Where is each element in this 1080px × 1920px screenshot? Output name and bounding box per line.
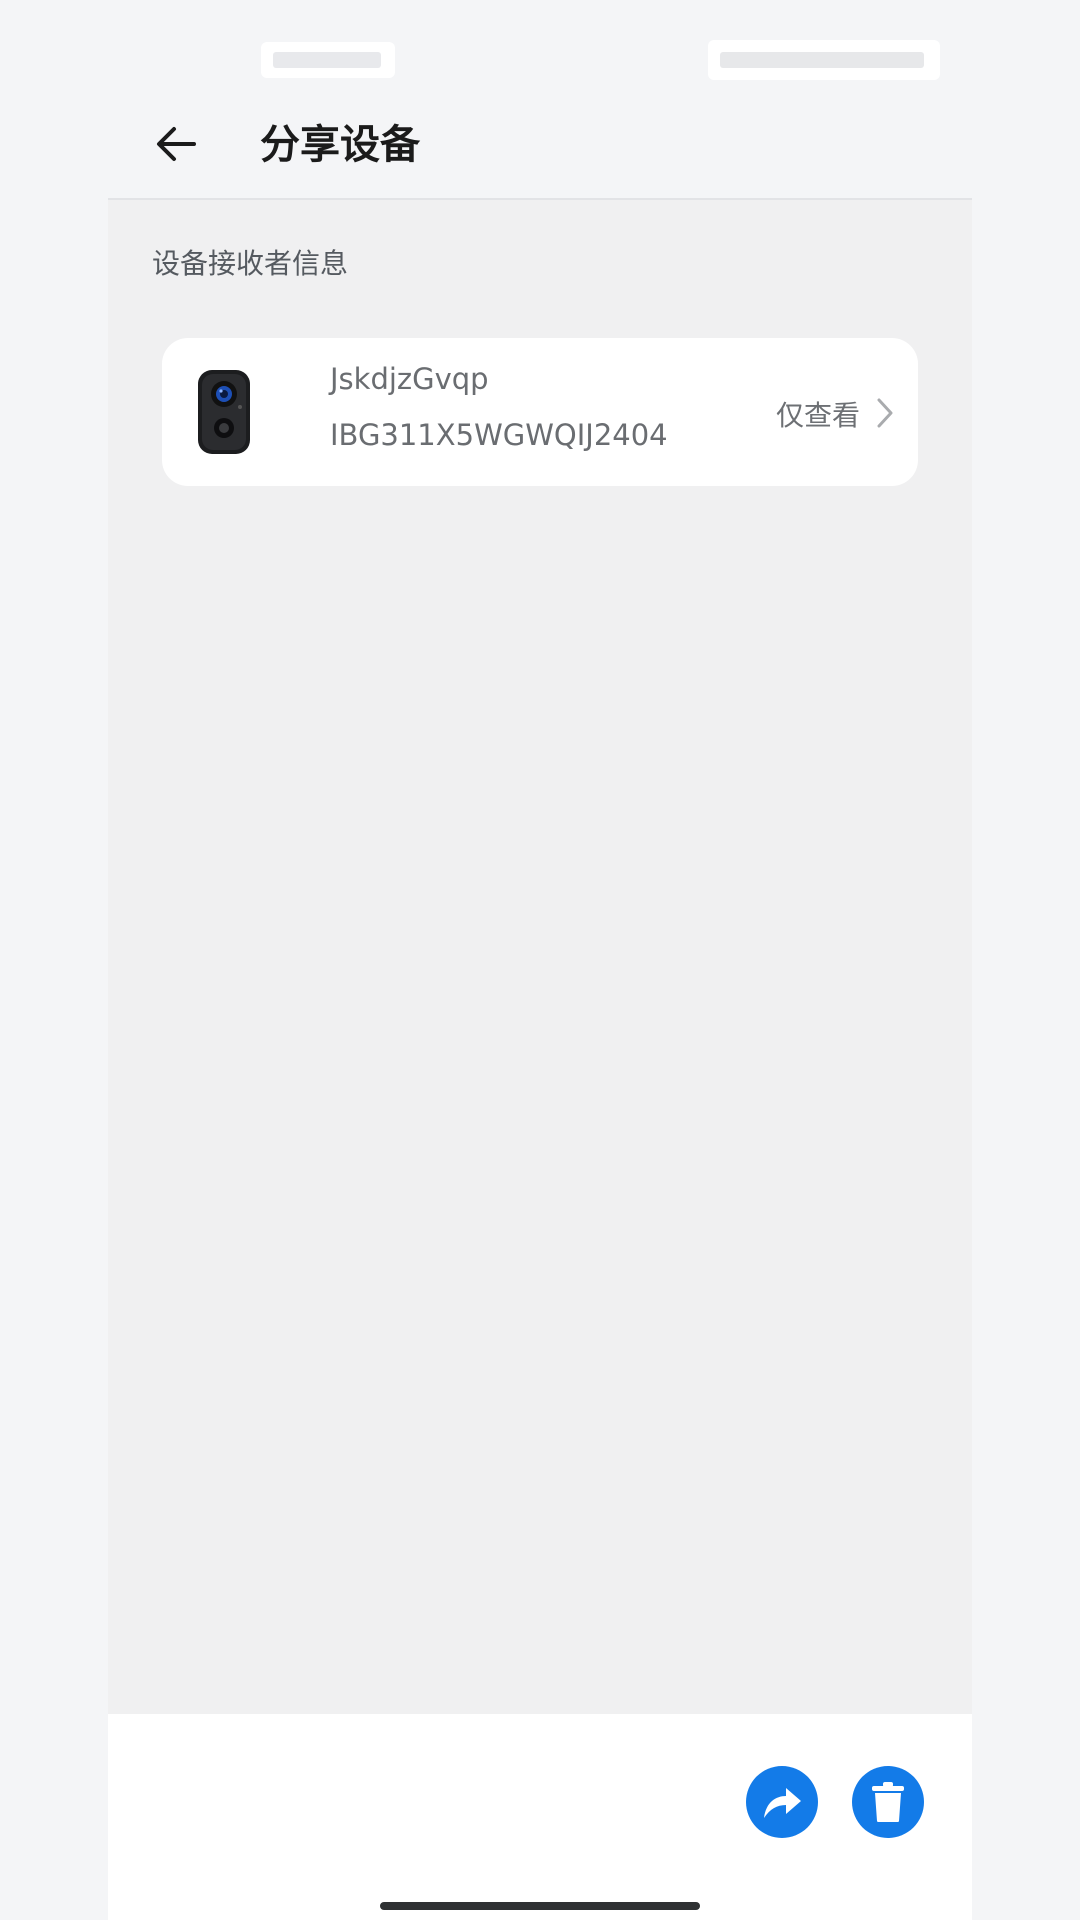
status-time-blurred bbox=[261, 42, 395, 78]
trash-icon bbox=[872, 1782, 904, 1822]
chevron-right-icon bbox=[877, 398, 893, 428]
page-header: 分享设备 bbox=[108, 90, 972, 200]
status-bar bbox=[108, 0, 972, 90]
device-name: JskdjzGvqp bbox=[330, 362, 489, 396]
device-card[interactable]: JskdjzGvqp IBG311X5WGWQIJ2404 仅查看 bbox=[162, 338, 918, 486]
camera-icon bbox=[198, 370, 250, 454]
home-indicator[interactable] bbox=[380, 1902, 700, 1910]
status-icons-blurred bbox=[708, 40, 940, 80]
content-area: 设备接收者信息 JskdjzGvqp IBG311X5WGWQIJ2404 仅查… bbox=[108, 200, 972, 1714]
page-title: 分享设备 bbox=[260, 122, 420, 168]
app-frame: 分享设备 设备接收者信息 JskdjzGvqp IBG311X5WGWQIJ24… bbox=[108, 0, 972, 1920]
share-arrow-icon bbox=[764, 1788, 801, 1818]
device-serial: IBG311X5WGWQIJ2404 bbox=[330, 418, 668, 452]
section-label: 设备接收者信息 bbox=[152, 247, 349, 280]
bottom-action-bar bbox=[108, 1714, 972, 1920]
arrow-left-icon bbox=[157, 127, 196, 161]
permission-label: 仅查看 bbox=[775, 399, 860, 432]
back-button[interactable] bbox=[144, 112, 208, 176]
delete-button[interactable] bbox=[852, 1766, 924, 1838]
share-button[interactable] bbox=[746, 1766, 818, 1838]
